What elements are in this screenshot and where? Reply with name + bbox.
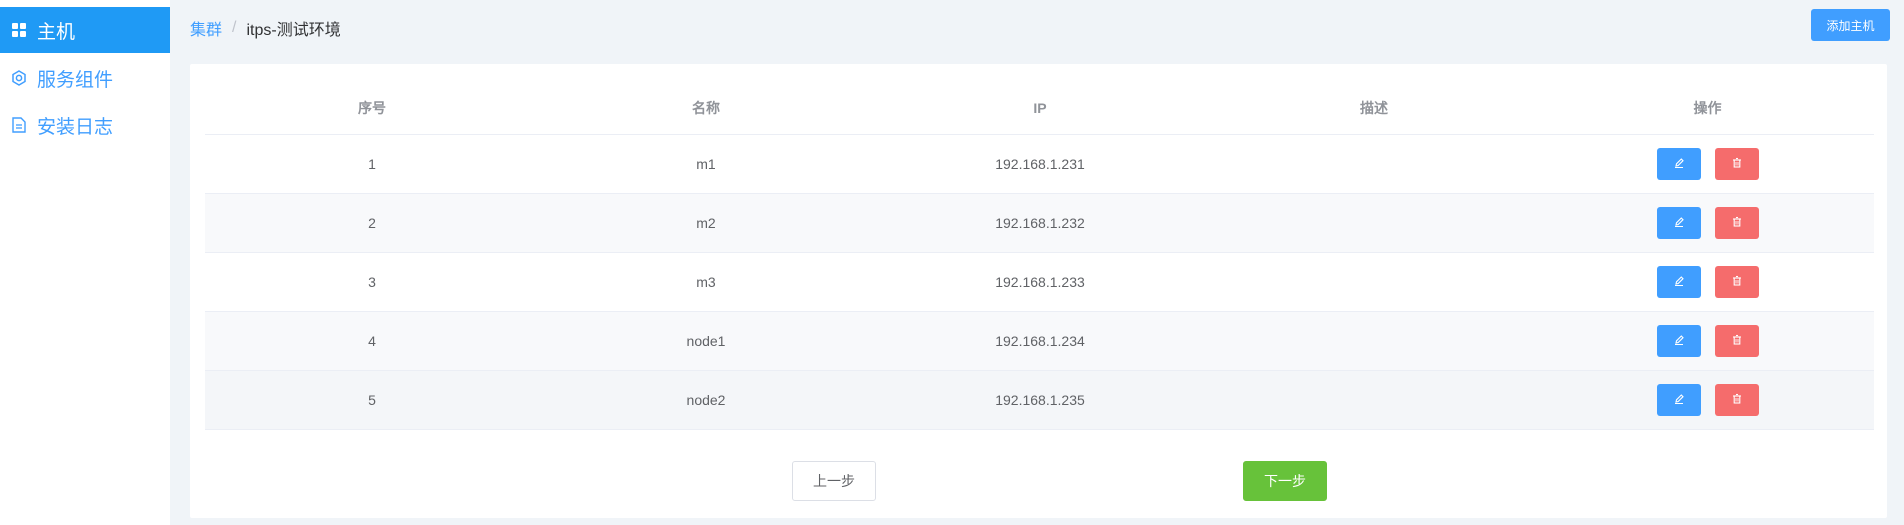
- column-header-index: 序号: [205, 81, 539, 135]
- column-header-description: 描述: [1207, 81, 1541, 135]
- cell-index: 4: [205, 311, 539, 371]
- cell-ip: 192.168.1.233: [873, 252, 1207, 312]
- table-header-row: 序号 名称 IP 描述 操作: [205, 81, 1874, 135]
- delete-button[interactable]: [1714, 266, 1759, 298]
- breadcrumb-current: itps-测试环境: [246, 22, 341, 39]
- table-row: 2 m2 192.168.1.232: [205, 193, 1874, 253]
- table-row: 4 node1 192.168.1.234: [205, 311, 1874, 371]
- edit-button[interactable]: [1656, 384, 1701, 416]
- cell-description: [1207, 134, 1541, 194]
- edit-icon: [1673, 393, 1685, 408]
- next-step-button[interactable]: 下一步: [1243, 461, 1327, 501]
- delete-button[interactable]: [1714, 148, 1759, 180]
- cell-index: 3: [205, 252, 539, 312]
- app-layout: 主机 服务组件 安装日志 集群 / itps-测试环境 添加主机 序号 名称 I…: [0, 0, 1904, 525]
- edit-button[interactable]: [1656, 266, 1701, 298]
- cell-actions: [1541, 370, 1874, 430]
- column-header-name: 名称: [539, 81, 873, 135]
- main-content: 集群 / itps-测试环境 添加主机 序号 名称 IP 描述 操作 1 m1 …: [170, 0, 1904, 525]
- edit-button[interactable]: [1656, 148, 1701, 180]
- cell-ip: 192.168.1.232: [873, 193, 1207, 253]
- cell-description: [1207, 252, 1541, 312]
- cell-name: m1: [539, 134, 873, 194]
- delete-icon: [1731, 393, 1743, 408]
- document-icon: [11, 117, 27, 133]
- gear-icon: [11, 70, 27, 86]
- table-row: 1 m1 192.168.1.231: [205, 134, 1874, 194]
- edit-icon: [1673, 216, 1685, 231]
- sidebar-item-label: 主机: [37, 21, 76, 43]
- cell-name: node1: [539, 311, 873, 371]
- sidebar-item-service-components[interactable]: 服务组件: [0, 55, 170, 101]
- edit-button[interactable]: [1656, 325, 1701, 357]
- cell-name: node2: [539, 370, 873, 430]
- delete-icon: [1731, 157, 1743, 172]
- sidebar-item-label: 服务组件: [37, 69, 114, 91]
- delete-button[interactable]: [1714, 207, 1759, 239]
- cell-ip: 192.168.1.231: [873, 134, 1207, 194]
- edit-button[interactable]: [1656, 207, 1701, 239]
- cell-ip: 192.168.1.234: [873, 311, 1207, 371]
- sidebar-item-install-logs[interactable]: 安装日志: [0, 102, 170, 148]
- cell-name: m2: [539, 193, 873, 253]
- delete-button[interactable]: [1714, 325, 1759, 357]
- cell-index: 2: [205, 193, 539, 253]
- cell-description: [1207, 193, 1541, 253]
- table-row: 5 node2 192.168.1.235: [205, 370, 1874, 430]
- table-row: 3 m3 192.168.1.233: [205, 252, 1874, 312]
- previous-step-button[interactable]: 上一步: [792, 461, 876, 501]
- column-header-actions: 操作: [1541, 81, 1874, 135]
- delete-icon: [1731, 334, 1743, 349]
- delete-button[interactable]: [1714, 384, 1759, 416]
- sidebar-item-label: 安装日志: [37, 116, 114, 138]
- cell-description: [1207, 311, 1541, 371]
- hosts-card: 序号 名称 IP 描述 操作 1 m1 192.168.1.231 2 m2 1…: [190, 64, 1887, 518]
- cell-actions: [1541, 252, 1874, 312]
- grid-icon: [11, 22, 27, 38]
- edit-icon: [1673, 157, 1685, 172]
- cell-description: [1207, 370, 1541, 430]
- cell-actions: [1541, 193, 1874, 253]
- sidebar-item-hosts[interactable]: 主机: [0, 7, 170, 53]
- cell-index: 5: [205, 370, 539, 430]
- cell-name: m3: [539, 252, 873, 312]
- column-header-ip: IP: [873, 81, 1207, 135]
- cell-actions: [1541, 311, 1874, 371]
- delete-icon: [1731, 275, 1743, 290]
- cell-actions: [1541, 134, 1874, 194]
- delete-icon: [1731, 216, 1743, 231]
- hosts-table: 序号 名称 IP 描述 操作 1 m1 192.168.1.231 2 m2 1…: [205, 81, 1874, 430]
- breadcrumb: 集群 / itps-测试环境: [190, 16, 341, 40]
- edit-icon: [1673, 275, 1685, 290]
- breadcrumb-separator: /: [232, 19, 237, 36]
- cell-ip: 192.168.1.235: [873, 370, 1207, 430]
- add-host-button[interactable]: 添加主机: [1811, 9, 1890, 41]
- edit-icon: [1673, 334, 1685, 349]
- sidebar: 主机 服务组件 安装日志: [0, 0, 170, 525]
- breadcrumb-cluster-link[interactable]: 集群: [190, 16, 222, 40]
- cell-index: 1: [205, 134, 539, 194]
